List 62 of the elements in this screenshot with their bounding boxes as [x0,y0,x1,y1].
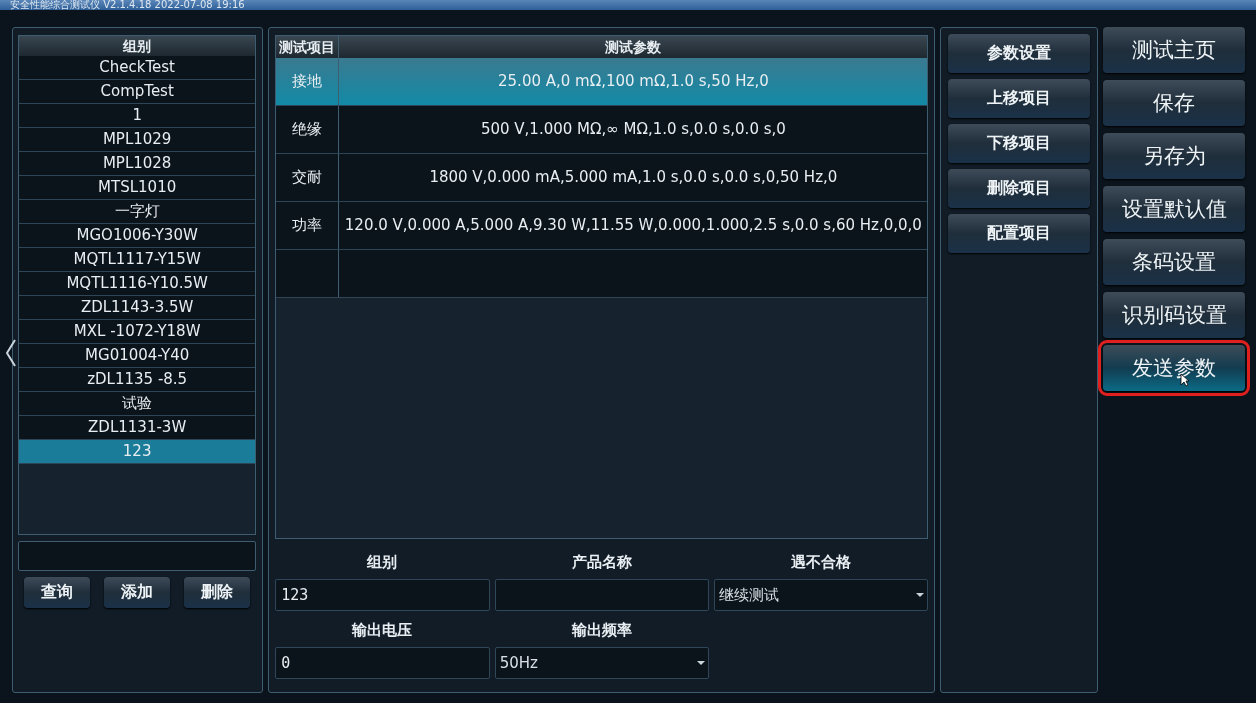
dropdown-value: 继续测试 [718,585,780,605]
dropdown-arrow-icon [697,661,706,665]
table-cell-text: 25.00 A,0 mΩ,100 mΩ,1.0 s,50 Hz,0 [497,71,770,92]
dropdown-value: 50Hz [498,654,538,672]
field-label: 产品名称 [570,552,633,573]
group-item[interactable]: ZDL1131-3W [19,416,256,440]
group-item[interactable]: MGO1006-Y30W [19,224,256,248]
list-header: 组别 [19,36,256,56]
table-cell-text: 1800 V,0.000 mA,5.000 mA,1.0 s,0.0 s,0.0 s,0,50 Hz,0 [428,167,839,188]
item-button[interactable]: 参数设置 [948,34,1091,73]
item-button[interactable]: 上移项目 [948,79,1091,118]
item-button[interactable]: 下移项目 [948,124,1091,163]
group-item[interactable]: CompTest [19,80,256,104]
table-row[interactable]: 交耐 1800 V,0.000 mA,5.000 mA,1.0 s,0.0 s,0.0 s,0,50 Hz,0 [276,154,928,202]
input-field[interactable] [494,579,710,611]
field-label: 遇不合格 [790,552,853,573]
search-field[interactable] [18,541,257,571]
table-cell: 接地 [276,58,340,105]
group-item[interactable]: MXL -1072-Y18W [19,320,256,344]
action-button[interactable]: 测试主页 [1103,27,1246,73]
group-item[interactable]: MQTL1116-Y10.5W [19,272,256,296]
input-field[interactable]: 123 [275,579,490,611]
group-item[interactable]: CheckTest [19,56,256,80]
group-item[interactable]: MTSL1010 [19,176,256,200]
table-cell-text: 500 V,1.000 MΩ,∞ MΩ,1.0 s,0.0 s,0.0 s,0 [479,119,787,140]
group-item[interactable]: 1 [19,104,256,128]
action-button[interactable]: 识别码设置 [1103,292,1246,338]
action-button[interactable]: 条码设置 [1103,239,1246,285]
dropdown[interactable]: 继续测试 [714,579,929,611]
group-item[interactable]: 一字灯 [19,200,256,224]
group-item[interactable]: zDL1135 -8.5 [19,368,256,392]
group-button[interactable]: 添加 [104,577,171,608]
group-item[interactable]: ZDL1143-3.5W [19,296,256,320]
action-button[interactable]: 保存 [1103,80,1246,126]
group-item[interactable]: MPL1029 [19,128,256,152]
action-button[interactable]: 另存为 [1103,133,1246,179]
column-header: 测试参数 [604,38,663,57]
group-item[interactable]: 试验 [19,392,256,416]
table-cell: 交耐 [276,154,340,201]
group-item[interactable]: MPL1028 [19,152,256,176]
table-row[interactable]: 功率 120.0 V,0.000 A,5.000 A,9.30 W,11.55 W,0.000,1.000,2.5 s,0.0 s,60 Hz,0,0,0 [276,202,928,250]
action-button[interactable]: 设置默认值 [1103,186,1246,232]
input-field[interactable]: 0 [275,647,490,679]
field-label: 输出电压 [350,620,414,641]
group-button[interactable]: 删除 [184,577,251,608]
window-title: 安全性能综合测试仪 V2.1.4.18 2022-07-08 19:16 [10,0,245,10]
group-item[interactable]: MQTL1117-Y15W [19,248,256,272]
table-cell-text: 120.0 V,0.000 A,5.000 A,9.30 W,11.55 W,0.000,1.000,2.5 s,0.0 s,60 Hz,0,0,0 [343,215,923,236]
item-button[interactable]: 删除项目 [948,169,1091,208]
chevron-left-icon[interactable] [5,338,17,368]
group-item[interactable]: 123 [19,440,256,464]
table-row[interactable]: 绝缘 500 V,1.000 MΩ,∞ MΩ,1.0 s,0.0 s,0.0 s,0 [276,106,928,154]
table-cell: 绝缘 [276,106,340,153]
item-button[interactable]: 配置项目 [948,214,1091,253]
field-label: 输出频率 [570,620,633,641]
table-row[interactable]: 接地 25.00 A,0 mΩ,100 mΩ,1.0 s,50 Hz,0 [276,58,928,106]
dropdown-arrow-icon [916,593,925,597]
dropdown[interactable]: 50Hz [494,647,710,679]
field-label: 组别 [366,552,399,573]
table-cell: 功率 [276,202,340,249]
group-button[interactable]: 查询 [24,577,90,608]
group-item[interactable]: MG01004-Y40 [19,344,256,368]
